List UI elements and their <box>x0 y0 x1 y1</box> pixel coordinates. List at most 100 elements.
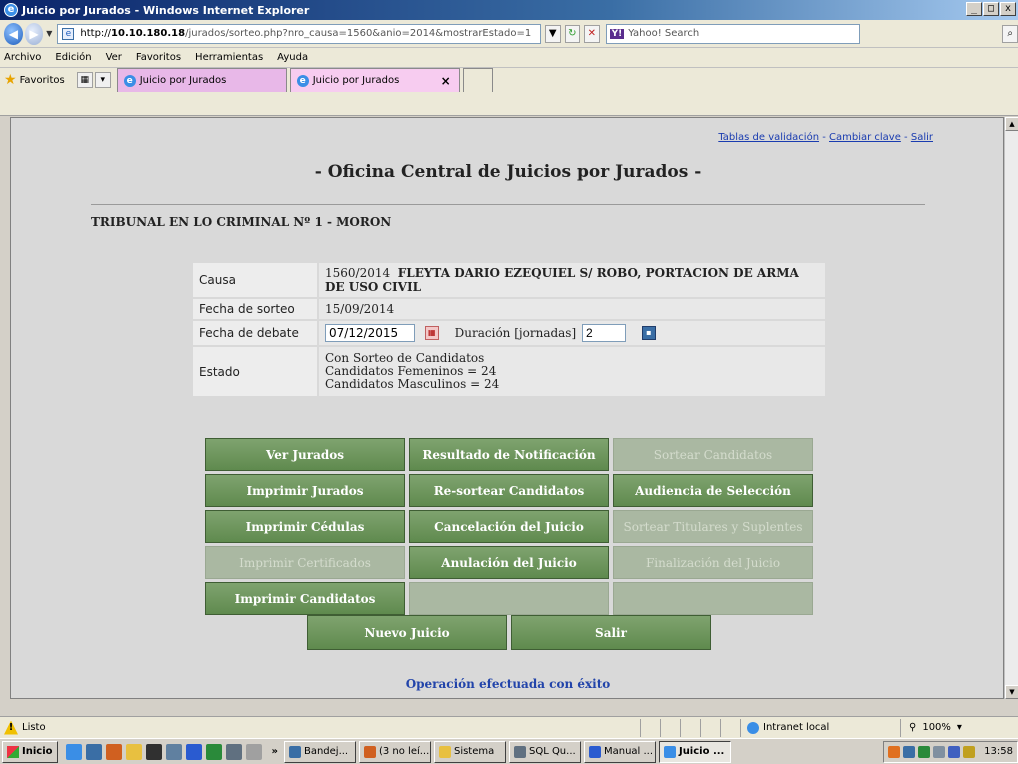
zoom-control[interactable]: ⚲ 100% ▾ <box>900 718 1018 737</box>
imprimir-cedulas-button[interactable]: Imprimir Cédulas <box>205 510 405 543</box>
new-tab-button[interactable] <box>462 68 493 92</box>
security-zone[interactable]: Intranet local <box>740 718 900 737</box>
close-tab-icon[interactable]: × <box>441 74 451 88</box>
cmd-quicklaunch-icon[interactable] <box>145 743 162 760</box>
task-label: Bandej... <box>303 746 349 757</box>
folder-quicklaunch-icon[interactable] <box>125 743 142 760</box>
scroll-down-icon[interactable]: ▼ <box>1005 685 1018 699</box>
history-dropdown-icon[interactable]: ▼ <box>46 29 52 38</box>
window-title: Juicio por Jurados - Windows Internet Ex… <box>22 3 310 17</box>
task-button[interactable]: Sistema <box>433 740 506 763</box>
tab-juicio-1[interactable]: e Juicio por Jurados <box>116 68 287 92</box>
save-icon[interactable]: ▪ <box>641 326 656 340</box>
tab-list-icon[interactable]: ▾ <box>94 72 111 88</box>
tab-juicio-2[interactable]: e Juicio por Jurados × <box>289 68 460 92</box>
task-button-active[interactable]: Juicio ... <box>658 740 731 763</box>
browser-quicklaunch-icon[interactable] <box>85 743 102 760</box>
start-button[interactable]: Inicio <box>2 740 58 763</box>
menu-archivo[interactable]: Archivo <box>4 52 41 63</box>
start-label: Inicio <box>22 746 53 757</box>
quicklaunch-chevron[interactable]: » <box>272 746 278 757</box>
refresh-icon[interactable]: ↻ <box>564 24 581 43</box>
ver-jurados-button[interactable]: Ver Jurados <box>205 438 405 471</box>
cambiar-clave-link[interactable]: Cambiar clave <box>829 132 901 143</box>
anulacion-juicio-button[interactable]: Anulación del Juicio <box>409 546 609 579</box>
audiencia-seleccion-button[interactable]: Audiencia de Selección <box>613 474 813 507</box>
menu-ayuda[interactable]: Ayuda <box>277 52 308 63</box>
causa-title: FLEYTA DARIO EZEQUIEL S/ ROBO, PORTACION… <box>325 266 799 294</box>
tray-icon[interactable] <box>918 745 931 758</box>
menu-ver[interactable]: Ver <box>106 52 122 63</box>
salir-button[interactable]: Salir <box>511 615 711 650</box>
tablas-validacion-link[interactable]: Tablas de validación <box>718 132 819 143</box>
debate-date-field[interactable] <box>325 324 415 342</box>
tray-icon[interactable] <box>888 745 901 758</box>
quick-tabs-icon[interactable]: ▦ <box>76 72 93 88</box>
maximize-button[interactable]: □ <box>983 2 999 16</box>
menu-herramientas[interactable]: Herramientas <box>195 52 263 63</box>
status-cell <box>680 718 700 737</box>
stop-icon[interactable]: ✕ <box>584 24 600 43</box>
menu-favoritos[interactable]: Favoritos <box>136 52 181 63</box>
network-quicklaunch-icon[interactable] <box>165 743 182 760</box>
tray-icon[interactable] <box>933 745 946 758</box>
task-label: Sistema <box>453 746 495 757</box>
estado-label: Estado <box>191 345 319 398</box>
favorites-button[interactable]: ★ Favoritos <box>4 69 65 91</box>
minimize-button[interactable]: _ <box>966 2 982 16</box>
task-icon <box>363 745 376 758</box>
zone-label: Intranet local <box>763 722 830 733</box>
nuevo-juicio-button[interactable]: Nuevo Juicio <box>307 615 507 650</box>
menu-edicion[interactable]: Edición <box>55 52 91 63</box>
globe-icon <box>747 721 759 734</box>
close-button[interactable]: x <box>1000 2 1016 16</box>
ie-icon: e <box>4 3 18 17</box>
tray-icon[interactable] <box>963 745 976 758</box>
task-icon <box>288 745 301 758</box>
page-title: - Oficina Central de Juicios por Jurados… <box>314 162 702 182</box>
word-quicklaunch-icon[interactable] <box>185 743 202 760</box>
search-icon[interactable]: ⌕ <box>1002 24 1018 43</box>
search-input[interactable]: Y! Yahoo! Search <box>605 23 861 44</box>
task-button[interactable]: Manual ... <box>583 740 656 763</box>
status-cell <box>660 718 680 737</box>
link-separator: - <box>819 132 829 143</box>
table-row: Causa 1560/2014 FLEYTA DARIO EZEQUIEL S/… <box>191 261 827 299</box>
windows-flag-icon <box>7 745 19 758</box>
tool-quicklaunch-icon[interactable] <box>245 743 262 760</box>
re-sortear-candidatos-button[interactable]: Re-sortear Candidatos <box>409 474 609 507</box>
vertical-scrollbar[interactable]: ▲ ▼ <box>1004 117 1018 699</box>
resultado-notificacion-button[interactable]: Resultado de Notificación <box>409 438 609 471</box>
scroll-up-icon[interactable]: ▲ <box>1005 117 1018 131</box>
yahoo-icon: Y! <box>609 28 625 39</box>
imprimir-jurados-button[interactable]: Imprimir Jurados <box>205 474 405 507</box>
imprimir-certificados-button: Imprimir Certificados <box>205 546 405 579</box>
star-icon: ★ <box>4 72 17 88</box>
taskbar: Inicio » Bandej... (3 no leí... Sistema … <box>0 738 1018 764</box>
excel-quicklaunch-icon[interactable] <box>205 743 222 760</box>
task-button[interactable]: (3 no leí... <box>358 740 431 763</box>
sortear-titulares-button: Sortear Titulares y Suplentes <box>613 510 813 543</box>
calendar-icon[interactable]: ▦ <box>424 326 439 340</box>
address-dropdown-icon[interactable]: ▼ <box>545 24 561 43</box>
sql-quicklaunch-icon[interactable] <box>225 743 242 760</box>
tray-icon[interactable] <box>948 745 961 758</box>
task-button[interactable]: Bandej... <box>283 740 356 763</box>
imprimir-candidatos-button[interactable]: Imprimir Candidatos <box>205 582 405 615</box>
firefox-quicklaunch-icon[interactable] <box>105 743 122 760</box>
estado-value: Con Sorteo de Candidatos Candidatos Feme… <box>317 345 827 398</box>
back-button[interactable]: ◀ <box>4 22 23 45</box>
chevron-down-icon[interactable]: ▾ <box>957 722 962 733</box>
ie-quicklaunch-icon[interactable] <box>65 743 82 760</box>
status-cell <box>720 718 740 737</box>
tab-label: Juicio por Jurados <box>312 75 400 86</box>
address-bar[interactable]: e http://10.10.180.18/jurados/sorteo.php… <box>57 23 541 44</box>
task-button[interactable]: SQL Qu... <box>508 740 581 763</box>
task-label: Juicio ... <box>678 746 725 757</box>
cancelacion-juicio-button[interactable]: Cancelación del Juicio <box>409 510 609 543</box>
duracion-field[interactable] <box>581 324 626 342</box>
salir-link[interactable]: Salir <box>911 132 933 143</box>
page-icon: e <box>62 27 75 40</box>
forward-button[interactable]: ▶ <box>24 22 44 45</box>
tray-icon[interactable] <box>903 745 916 758</box>
